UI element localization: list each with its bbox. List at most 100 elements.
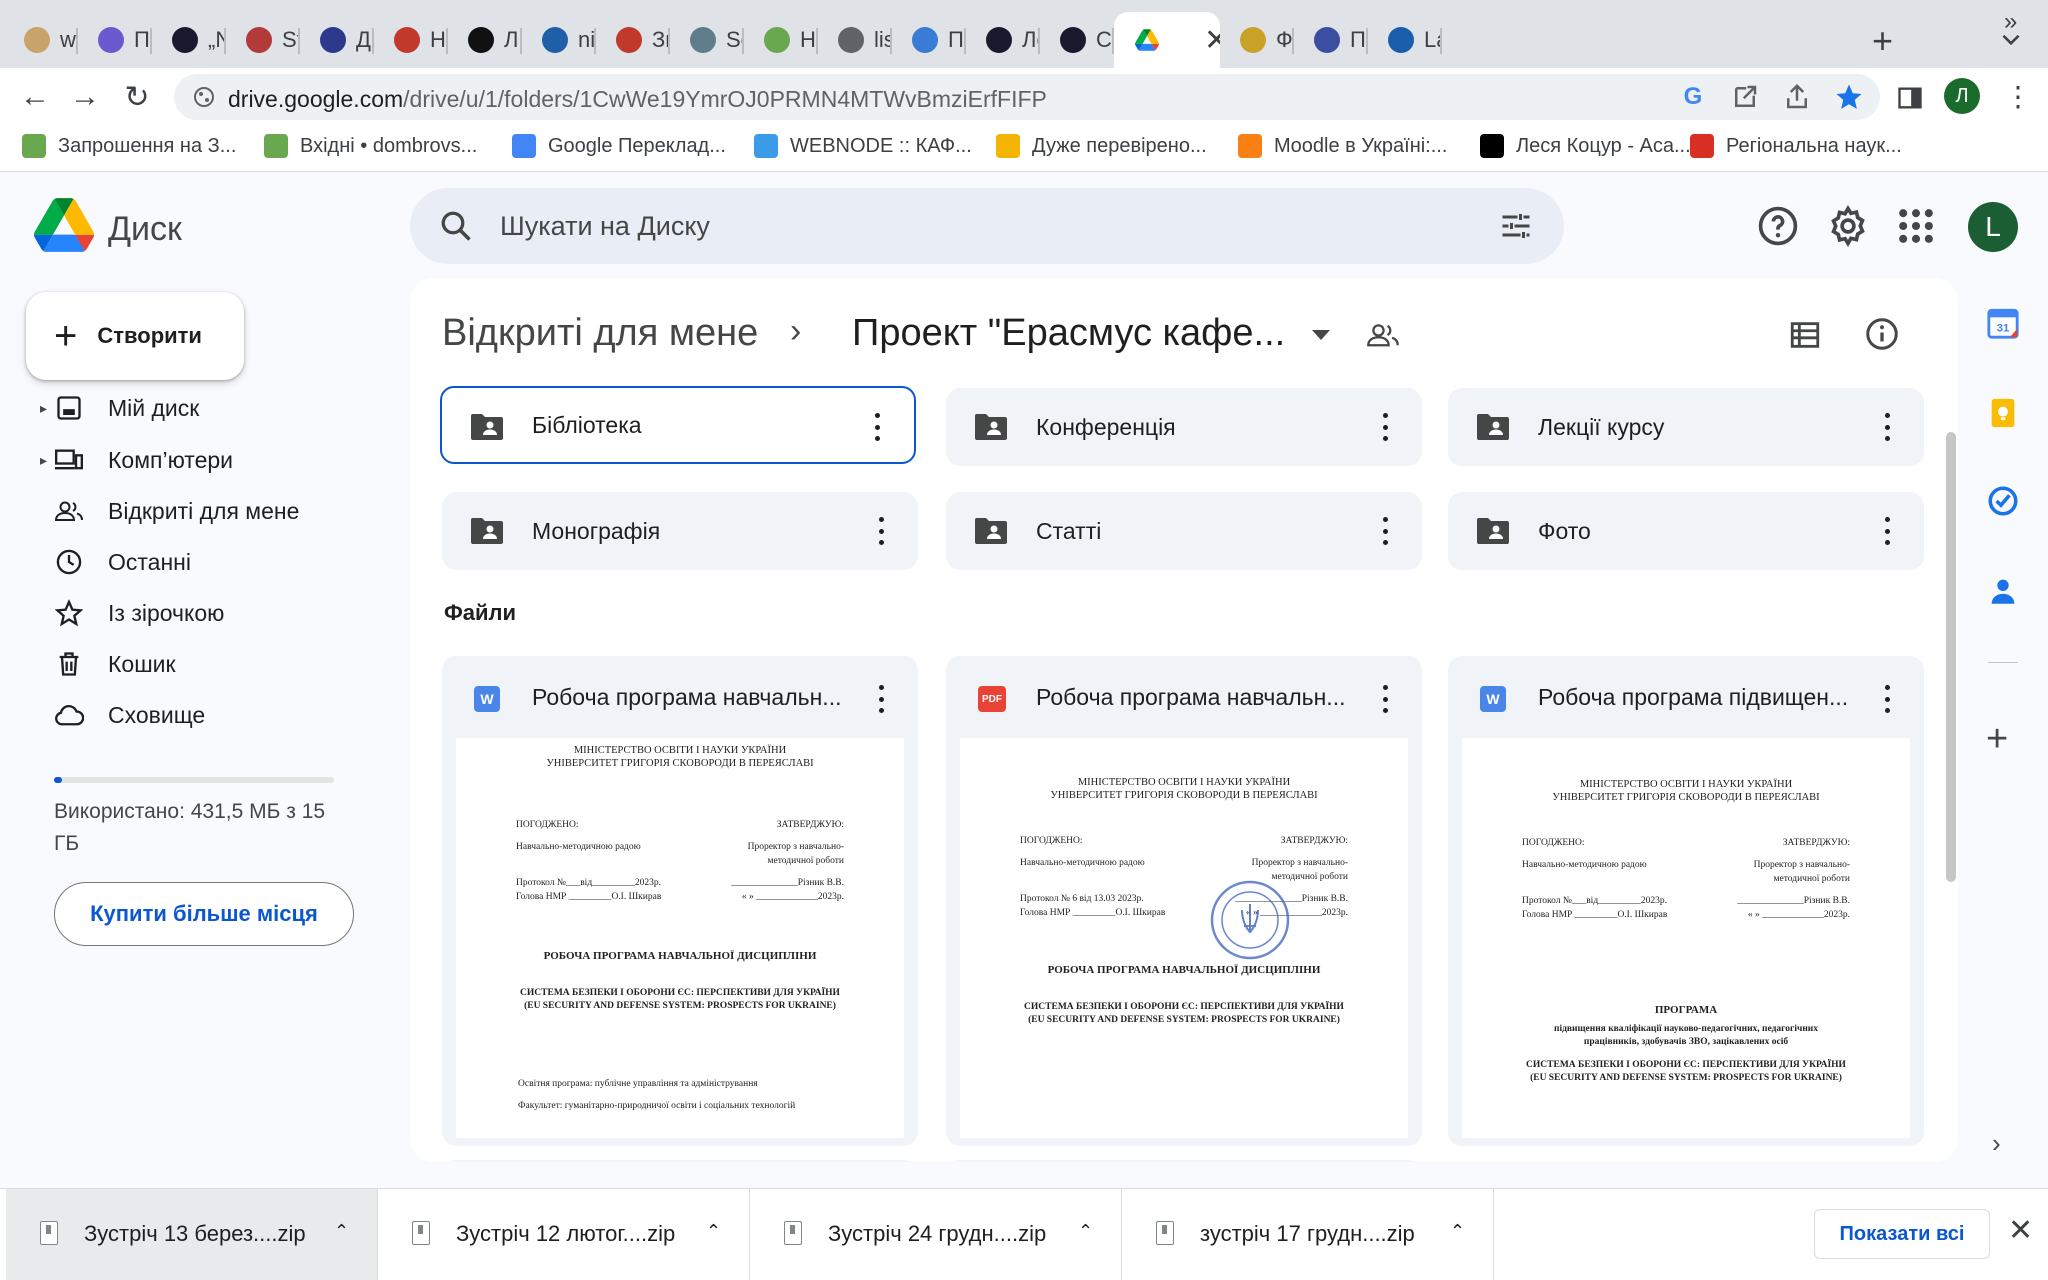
- sidebar-item-cloud[interactable]: Сховище: [40, 693, 360, 737]
- sidebar-item-shared[interactable]: Відкриті для мене: [40, 489, 360, 533]
- list-view-icon[interactable]: [1788, 318, 1822, 352]
- browser-tab[interactable]: Фак: [1220, 19, 1294, 61]
- browser-tab-active[interactable]: ✕: [1114, 12, 1220, 68]
- main-scrollbar[interactable]: [1946, 432, 1956, 882]
- forward-icon[interactable]: →: [66, 78, 104, 116]
- browser-tab[interactable]: Stra: [226, 19, 300, 61]
- more-actions-icon[interactable]: [1380, 685, 1390, 713]
- more-actions-icon[interactable]: [876, 685, 886, 713]
- chevron-up-icon[interactable]: ⌃: [1450, 1221, 1465, 1242]
- browser-tab[interactable]: list.: [818, 19, 892, 61]
- bookmark-item[interactable]: Запрошення на З...: [22, 134, 236, 158]
- new-button[interactable]: + Створити: [26, 292, 244, 380]
- bookmark-item[interactable]: Google Переклад...: [512, 134, 726, 158]
- close-tab-icon[interactable]: ✕: [1204, 23, 1220, 58]
- browser-tab[interactable]: Наг: [744, 19, 818, 61]
- chevron-up-icon[interactable]: ⌃: [334, 1221, 349, 1242]
- google-lens-icon[interactable]: G: [1678, 82, 1708, 112]
- details-info-icon[interactable]: [1864, 316, 1900, 352]
- address-bar[interactable]: drive.google.com/drive/u/1/folders/1CwWe…: [174, 74, 1880, 120]
- more-actions-icon[interactable]: [876, 517, 886, 545]
- sidebar-item-trash[interactable]: Кошик: [40, 642, 360, 686]
- search-icon[interactable]: [438, 208, 474, 244]
- more-actions-icon[interactable]: [1882, 685, 1892, 713]
- browser-tab[interactable]: Лев: [966, 19, 1040, 61]
- browser-profile-avatar[interactable]: Л: [1944, 78, 1980, 114]
- contacts-icon[interactable]: [1986, 574, 2020, 608]
- search-bar[interactable]: [410, 188, 1564, 264]
- download-item[interactable]: Зустріч 24 грудн....zip ⌃: [750, 1189, 1122, 1280]
- file-card-partial[interactable]: [946, 1160, 1422, 1162]
- hide-side-panel-chevron-icon[interactable]: ›: [1992, 1128, 2001, 1159]
- browser-menu-icon[interactable]: ⋮: [2004, 80, 2032, 113]
- more-actions-icon[interactable]: [1882, 517, 1892, 545]
- sidebar-item-clock[interactable]: Останні: [40, 540, 360, 584]
- share-icon[interactable]: [1782, 82, 1812, 112]
- expand-caret-icon[interactable]: ▸: [40, 400, 47, 417]
- search-options-icon[interactable]: [1498, 208, 1534, 244]
- bookmarks-more-icon[interactable]: »: [2004, 8, 2017, 36]
- download-item[interactable]: Зустріч 12 лютог....zip ⌃: [378, 1189, 750, 1280]
- bookmark-item[interactable]: WEBNODE :: КАФ...: [754, 134, 972, 158]
- bookmark-item[interactable]: Дуже перевірено...: [996, 134, 1207, 158]
- google-drive-logo[interactable]: [34, 198, 94, 252]
- file-card[interactable]: W Робоча програма підвищен... МІНІСТЕРСТ…: [1448, 656, 1924, 1146]
- expand-caret-icon[interactable]: ▸: [40, 452, 47, 469]
- sidebar-item-computers[interactable]: ▸ Комп’ютери: [40, 438, 360, 482]
- folder-menu-dropdown-icon[interactable]: [1310, 328, 1332, 342]
- bookmark-item[interactable]: Леся Коцур - Aca...: [1480, 134, 1691, 158]
- bookmark-item[interactable]: Moodle в Україні:...: [1238, 134, 1447, 158]
- browser-tab[interactable]: ww: [4, 19, 78, 61]
- shared-folder-people-icon[interactable]: [1366, 320, 1400, 350]
- close-downloads-icon[interactable]: ✕: [2008, 1213, 2033, 1248]
- keep-notes-icon[interactable]: [1986, 396, 2020, 430]
- folder-item[interactable]: Монографія: [442, 492, 918, 570]
- browser-tab[interactable]: Sec: [670, 19, 744, 61]
- folder-item[interactable]: Лекції курсу: [1448, 388, 1924, 466]
- file-card-partial[interactable]: [442, 1160, 918, 1162]
- folder-item[interactable]: Конференція: [946, 388, 1422, 466]
- side-panel-icon[interactable]: [1896, 84, 1924, 112]
- calendar-icon[interactable]: 31: [1986, 306, 2020, 340]
- folder-item[interactable]: Фото: [1448, 492, 1924, 570]
- browser-tab[interactable]: Лит: [448, 19, 522, 61]
- show-all-downloads-button[interactable]: Показати всі: [1814, 1209, 1990, 1259]
- file-card[interactable]: W Робоча програма навчальн... МІНІСТЕРСТ…: [442, 656, 918, 1146]
- get-addons-plus-icon[interactable]: +: [1986, 718, 2008, 761]
- search-input[interactable]: [500, 188, 1400, 264]
- bookmark-item[interactable]: Вхідні • dombrovs...: [264, 134, 477, 158]
- browser-tab[interactable]: niss: [522, 19, 596, 61]
- browser-tab[interactable]: Lan: [1368, 19, 1442, 61]
- help-icon[interactable]: [1756, 204, 1800, 248]
- new-tab-button[interactable]: +: [1872, 20, 1893, 62]
- breadcrumb-current-folder[interactable]: Проект "Ерасмус кафе...: [852, 312, 1285, 355]
- download-item[interactable]: Зустріч 13 берез....zip ⌃: [6, 1189, 378, 1280]
- apps-grid-icon[interactable]: [1894, 204, 1938, 248]
- more-actions-icon[interactable]: [1380, 517, 1390, 545]
- more-actions-icon[interactable]: [1380, 413, 1390, 441]
- more-actions-icon[interactable]: [1882, 413, 1892, 441]
- browser-tab[interactable]: „Ne: [152, 19, 226, 61]
- browser-tab[interactable]: Прс: [78, 19, 152, 61]
- account-avatar[interactable]: L: [1968, 202, 2018, 252]
- browser-tab[interactable]: Cor: [1040, 19, 1114, 61]
- browser-tab[interactable]: Про: [1294, 19, 1368, 61]
- sidebar-item-my-drive[interactable]: ▸ Мій диск: [40, 386, 360, 430]
- browser-tab[interactable]: Пре: [892, 19, 966, 61]
- open-in-app-icon[interactable]: [1730, 82, 1760, 112]
- more-actions-icon[interactable]: [872, 413, 882, 441]
- chevron-up-icon[interactable]: ⌃: [706, 1221, 721, 1242]
- settings-gear-icon[interactable]: [1826, 204, 1870, 248]
- browser-tab[interactable]: Нау: [374, 19, 448, 61]
- sidebar-item-star[interactable]: Із зірочкою: [40, 591, 360, 635]
- folder-item[interactable]: Статті: [946, 492, 1422, 570]
- download-item[interactable]: зустріч 17 грудн....zip ⌃: [1122, 1189, 1494, 1280]
- folder-item[interactable]: Бібліотека: [440, 386, 916, 464]
- site-info-icon[interactable]: [192, 84, 216, 110]
- bookmark-star-icon[interactable]: [1834, 82, 1864, 112]
- reload-icon[interactable]: ↻: [118, 78, 156, 116]
- tasks-icon[interactable]: [1986, 484, 2020, 518]
- bookmark-item[interactable]: Регіональна наук...: [1690, 134, 1902, 158]
- back-icon[interactable]: ←: [16, 78, 54, 116]
- browser-tab[interactable]: Дов: [300, 19, 374, 61]
